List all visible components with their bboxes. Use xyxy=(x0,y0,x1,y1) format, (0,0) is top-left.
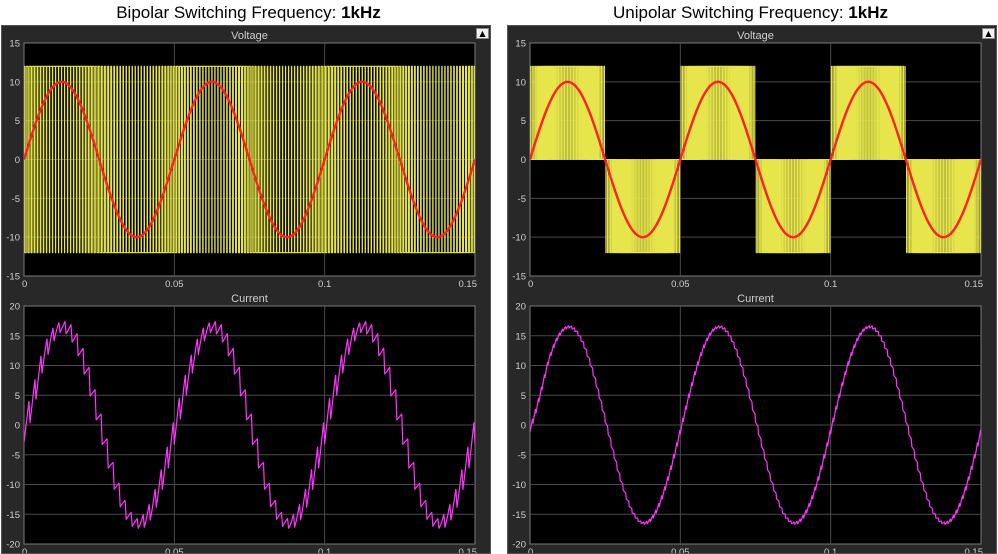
unipolar-heading: Unipolar Switching Frequency: 1kHz xyxy=(503,2,998,24)
y-tick-label: 10 xyxy=(515,361,526,372)
axes-title: Voltage xyxy=(737,30,774,42)
unipolar-scope-window: Voltage -15 -10 -5 0 5 10 15 0 0.05 0.1 0.15 Current… xyxy=(507,25,997,554)
x-tick-label: 0 xyxy=(22,279,27,290)
x-tick-label: 0 xyxy=(22,547,27,553)
y-tick-label: 5 xyxy=(521,116,526,127)
axes-title: Current xyxy=(231,293,268,305)
x-tick-label: 0.05 xyxy=(165,279,184,290)
x-tick-label: 0 xyxy=(528,547,533,553)
y-tick-label: 15 xyxy=(515,39,526,50)
axes-title: Current xyxy=(737,293,774,305)
bipolar-heading-prefix: Bipolar Switching Frequency: xyxy=(116,3,342,22)
x-tick-label: 0.05 xyxy=(671,279,690,290)
x-tick-label: 0.1 xyxy=(824,279,837,290)
x-tick-label: 0.15 xyxy=(965,279,984,290)
y-tick-label: 10 xyxy=(9,361,20,372)
y-tick-label: 20 xyxy=(515,302,526,313)
y-tick-label: -5 xyxy=(518,194,526,205)
y-tick-label: 0 xyxy=(15,421,20,432)
x-tick-label: 0.05 xyxy=(165,547,184,553)
y-tick-label: 10 xyxy=(9,77,20,88)
bipolar-heading-frequency: 1kHz xyxy=(341,3,381,22)
y-tick-label: 0 xyxy=(521,421,526,432)
y-tick-label: -10 xyxy=(6,480,20,491)
x-tick-label: 0.05 xyxy=(671,547,690,553)
y-tick-label: 15 xyxy=(9,39,20,50)
axes-title: Voltage xyxy=(231,30,268,42)
x-tick-label: 0.1 xyxy=(318,547,331,553)
y-tick-label: 0 xyxy=(521,155,526,166)
y-tick-label: 5 xyxy=(521,391,526,402)
y-tick-label: -15 xyxy=(6,272,20,283)
y-tick-label: 0 xyxy=(15,155,20,166)
unipolar-heading-prefix: Unipolar Switching Frequency: xyxy=(613,3,849,22)
y-tick-label: -15 xyxy=(512,272,526,283)
unipolar-scope-plots: Voltage-15-10-50510150 0.05 0.1 0.15Current… xyxy=(512,30,984,553)
y-tick-label: -5 xyxy=(12,450,20,461)
y-tick-label: 15 xyxy=(515,331,526,342)
y-tick-label: -5 xyxy=(518,450,526,461)
bipolar-scope-window: Voltage -15 -10 -5 0 5 10 15 0 0.05 0.1 0.15 Current… xyxy=(1,25,491,554)
y-tick-label: -10 xyxy=(512,480,526,491)
y-tick-label: -10 xyxy=(6,233,20,244)
unipolar-heading-frequency: 1kHz xyxy=(848,3,888,22)
y-tick-label: -10 xyxy=(512,233,526,244)
bipolar-heading: Bipolar Switching Frequency: 1kHz xyxy=(0,2,497,24)
y-tick-label: -15 xyxy=(6,510,20,521)
y-tick-label: 15 xyxy=(9,331,20,342)
x-tick-label: 0.15 xyxy=(459,279,478,290)
undock-window-icon[interactable]: ▲ xyxy=(476,28,489,39)
y-tick-label: -20 xyxy=(512,540,526,551)
x-tick-label: 0.15 xyxy=(965,547,984,553)
y-tick-label: 10 xyxy=(515,77,526,88)
y-tick-label: 5 xyxy=(15,391,20,402)
x-tick-label: 0.1 xyxy=(824,547,837,553)
x-tick-label: 0.15 xyxy=(459,547,478,553)
x-tick-label: 0 xyxy=(528,279,533,290)
y-tick-label: -15 xyxy=(512,510,526,521)
bipolar-scope-plots: Voltage-15-10-50510150 0.05 0.1 0.15Current… xyxy=(6,30,478,553)
y-tick-label: 20 xyxy=(9,302,20,313)
undock-window-icon[interactable]: ▲ xyxy=(982,28,995,39)
y-tick-label: -5 xyxy=(12,194,20,205)
x-tick-label: 0.1 xyxy=(318,279,331,290)
y-tick-label: 5 xyxy=(15,116,20,127)
y-tick-label: -20 xyxy=(6,540,20,551)
